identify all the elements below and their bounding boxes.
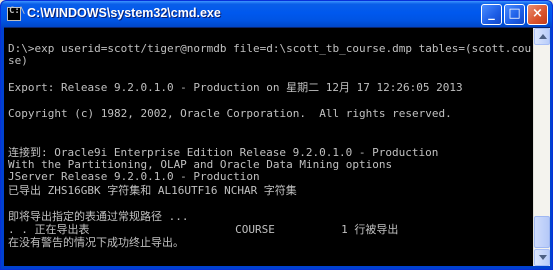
window-title: C:\WINDOWS\system32\cmd.exe <box>27 6 221 20</box>
window-frame-bottom <box>1 266 552 269</box>
arrow-up-icon <box>539 34 547 39</box>
arrow-down-icon <box>539 255 547 260</box>
console-line: 已导出 ZHS16GBK 字符集和 AL16UTF16 NCHAR 字符集 <box>8 184 297 197</box>
vertical-scrollbar[interactable] <box>533 28 550 266</box>
console-line: D:\>exp userid=scott/tiger@normdb file=d… <box>8 42 538 55</box>
window-frame-right <box>550 27 552 267</box>
close-button[interactable]: × <box>527 4 548 25</box>
console-line: Copyright (c) 1982, 2002, Oracle Corpora… <box>8 107 452 120</box>
console-line: 即将导出指定的表通过常规路径 ... <box>8 210 189 223</box>
scroll-thumb[interactable] <box>534 216 550 248</box>
console-line: JServer Release 9.2.0.1.0 - Production <box>8 170 260 183</box>
console-output[interactable]: D:\>exp userid=scott/tiger@normdb file=d… <box>4 28 538 266</box>
console-line: se) <box>8 54 28 67</box>
scroll-up-button[interactable] <box>534 28 550 45</box>
console-line: . . 正在导出表 COURSE 1 行被导出 <box>8 223 399 236</box>
cmd-window: C:\ C:\WINDOWS\system32\cmd.exe _ □ × D:… <box>0 0 553 270</box>
scroll-down-button[interactable] <box>534 249 550 266</box>
console-line: Export: Release 9.2.0.1.0 - Production o… <box>8 81 463 94</box>
minimize-button[interactable]: _ <box>481 4 502 25</box>
maximize-button[interactable]: □ <box>504 4 525 25</box>
console-line: 在没有警告的情况下成功终止导出。 <box>8 236 184 249</box>
cmd-icon[interactable]: C:\ <box>7 6 25 21</box>
title-bar[interactable]: C:\ C:\WINDOWS\system32\cmd.exe _ □ × <box>1 1 552 27</box>
